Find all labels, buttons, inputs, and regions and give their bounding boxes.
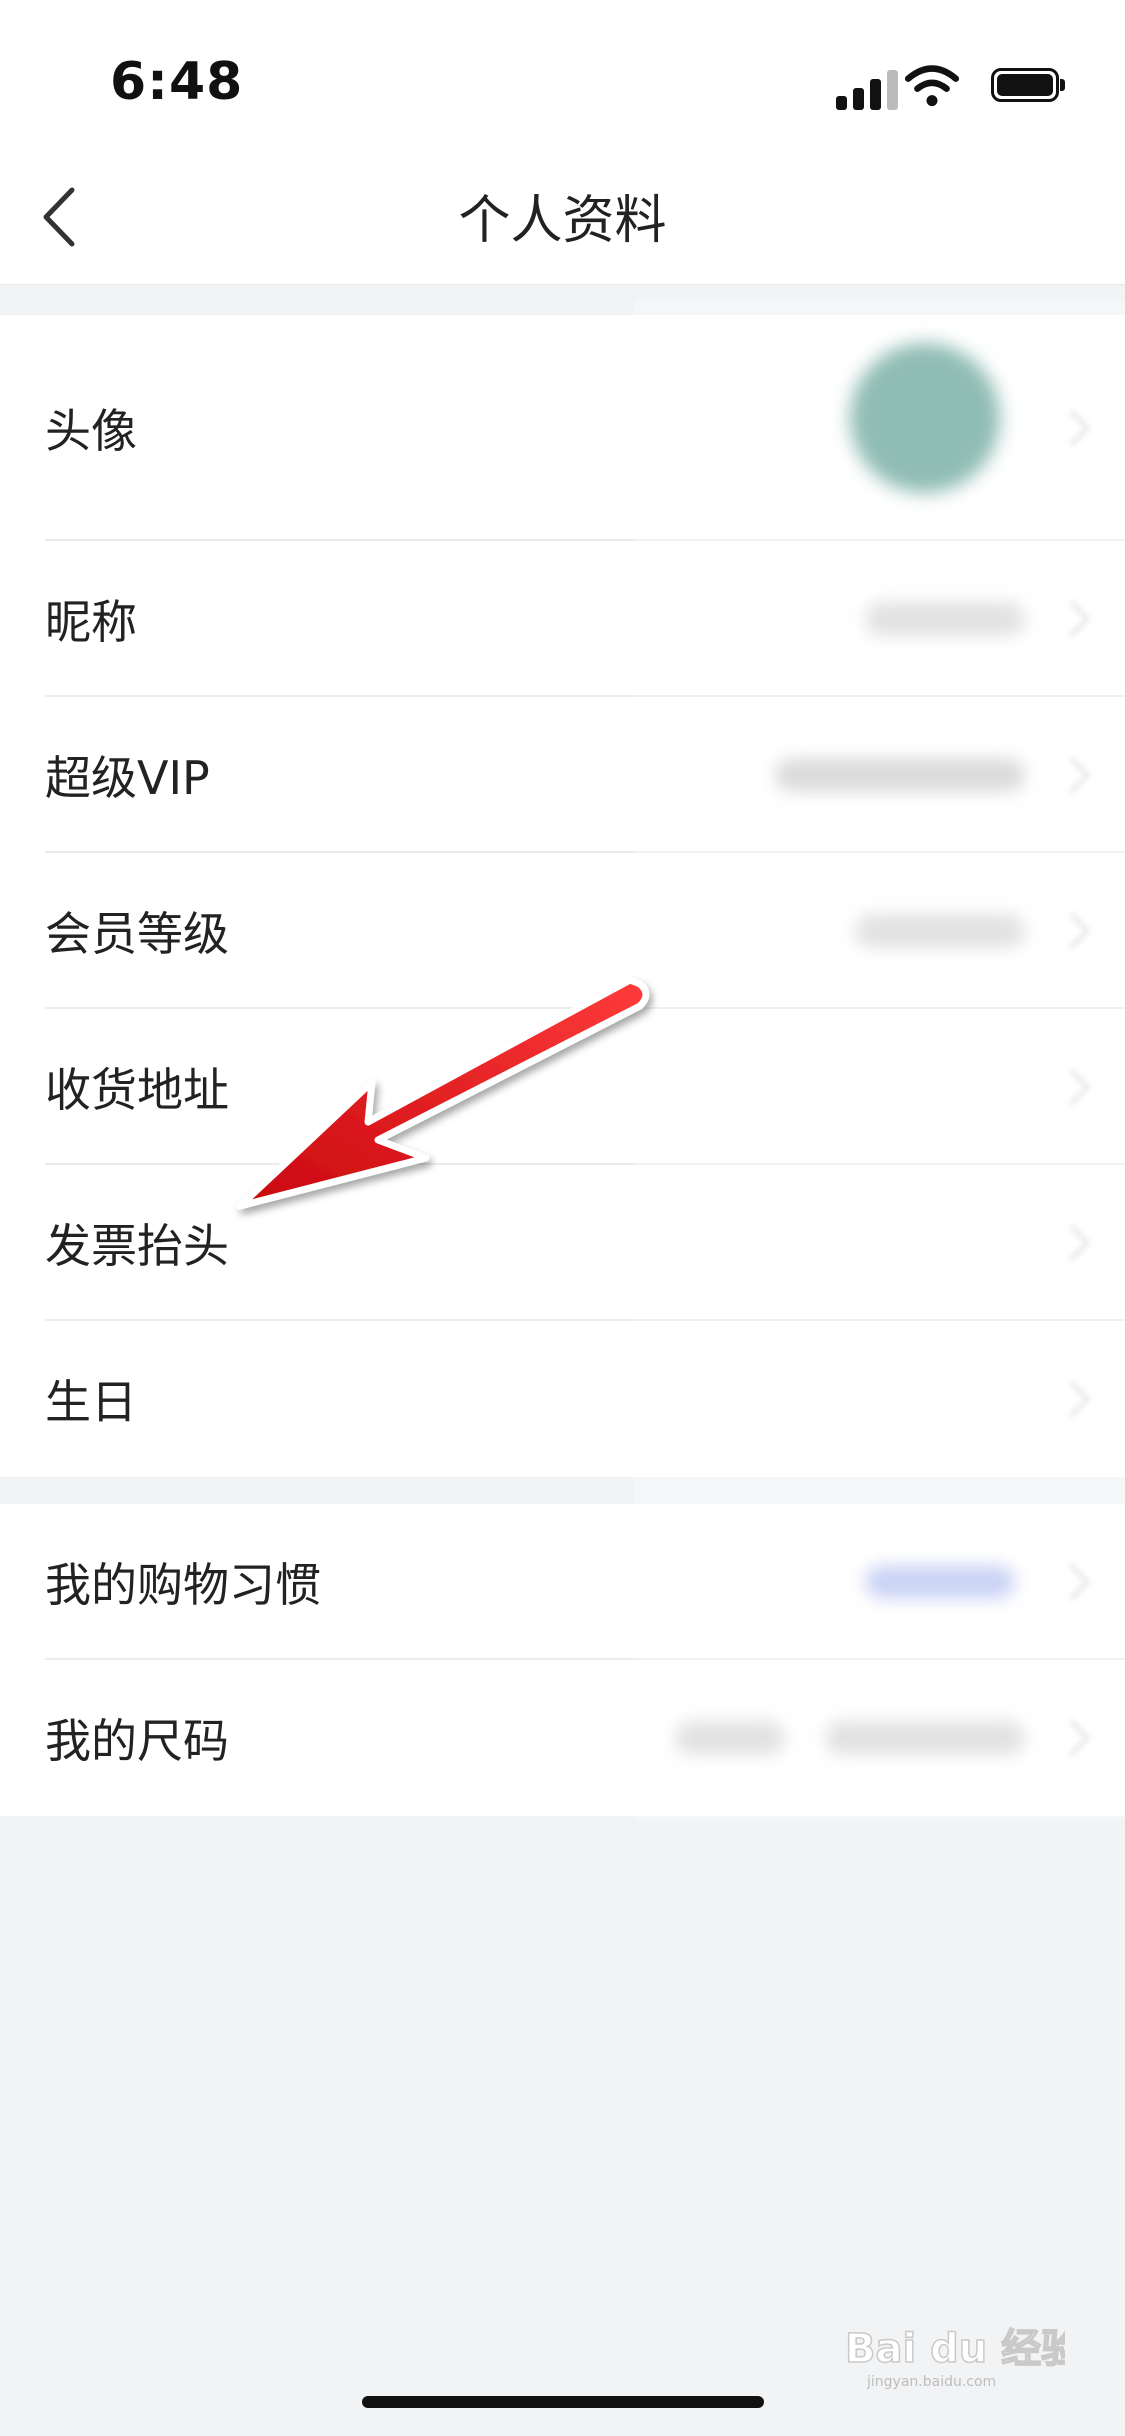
page-title: 个人资料 <box>458 191 667 251</box>
chevron-right-icon <box>1053 756 1091 794</box>
status-time: 6:48 <box>110 52 244 112</box>
size-value-2 <box>825 1721 1025 1755</box>
navigation-bar: 个人资料 <box>0 150 1125 285</box>
row-label: 头像 <box>45 404 137 458</box>
cellular-signal-icon <box>836 70 900 110</box>
wifi-icon <box>904 65 960 107</box>
chevron-right-icon <box>1053 912 1091 950</box>
profile-section: 头像 昵称 超级VIP 会员等级 收货地址 发票抬头 生日 <box>0 315 1125 1477</box>
status-bar: 6:48 <box>0 0 1125 150</box>
battery-icon <box>991 68 1065 102</box>
home-indicator[interactable] <box>362 2396 764 2408</box>
chevron-right-icon <box>1053 1563 1091 1601</box>
size-value-1 <box>675 1721 785 1755</box>
preferences-section: 我的购物习惯 我的尺码 <box>0 1504 1125 1816</box>
chevron-right-icon <box>1053 1068 1091 1106</box>
list-item-super-vip[interactable]: 超级VIP <box>0 697 1125 853</box>
list-item-birthday[interactable]: 生日 <box>0 1321 1125 1477</box>
shopping-habits-value <box>865 1565 1015 1599</box>
svg-text:Bai du 经验: Bai du 经验 <box>845 2326 1065 2372</box>
row-label: 昵称 <box>45 595 137 649</box>
row-label: 超级VIP <box>45 751 210 805</box>
red-arrow-annotation <box>236 976 650 1210</box>
row-label: 生日 <box>45 1375 137 1429</box>
svg-text:jingyan.baidu.com: jingyan.baidu.com <box>866 2374 996 2390</box>
chevron-right-icon <box>1053 600 1091 638</box>
row-label: 我的购物习惯 <box>45 1558 321 1612</box>
list-item-avatar[interactable]: 头像 <box>0 315 1125 541</box>
member-level-value <box>855 914 1025 948</box>
nickname-value <box>865 602 1025 636</box>
chevron-right-icon <box>1053 1224 1091 1262</box>
list-item-nickname[interactable]: 昵称 <box>0 541 1125 697</box>
super-vip-value <box>775 758 1025 792</box>
chevron-right-icon <box>1053 1719 1091 1757</box>
baidu-jingyan-watermark: Bai du 经验 jingyan.baidu.com <box>845 2325 1065 2390</box>
list-item-my-size[interactable]: 我的尺码 <box>0 1660 1125 1816</box>
list-item-shopping-habits[interactable]: 我的购物习惯 <box>0 1504 1125 1660</box>
row-label: 我的尺码 <box>45 1714 229 1768</box>
chevron-right-icon <box>1053 1380 1091 1418</box>
avatar <box>850 343 1000 493</box>
row-label: 会员等级 <box>45 907 229 961</box>
chevron-right-icon <box>1053 409 1091 447</box>
